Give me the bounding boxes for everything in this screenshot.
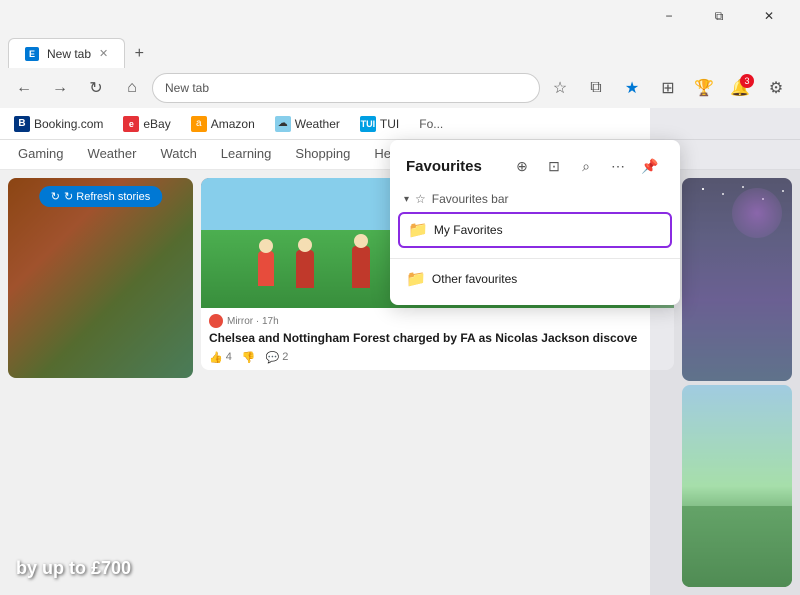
news-left-image: ↻ ↻ Refresh stories by up to £700 — [8, 178, 193, 378]
bell-badge: 3 — [740, 74, 754, 88]
panel-divider — [390, 258, 680, 259]
nav-tab-gaming[interactable]: Gaming — [8, 140, 74, 169]
other-favourites-section: 📁 Other favourites — [390, 263, 680, 305]
nav-tab-shopping[interactable]: Shopping — [285, 140, 360, 169]
search-favourites-button[interactable]: ⌕ — [572, 152, 600, 180]
tab-bar: E New tab ✕ + — [0, 32, 800, 68]
dislike-button[interactable]: 👎 — [242, 351, 256, 364]
player-1 — [296, 250, 314, 288]
news-source-text: Mirror · 17h — [227, 316, 279, 327]
address-text: New tab — [165, 81, 527, 95]
panel-actions: ⊕ ⊡ ⌕ ⋯ 📌 — [508, 152, 664, 180]
favourites-bar-header[interactable]: ▾ ☆ Favourites bar — [398, 188, 672, 210]
player-6 — [258, 251, 274, 286]
player-2 — [352, 246, 370, 288]
collections-button[interactable]: ⊞ — [652, 72, 684, 104]
nav-tab-weather[interactable]: Weather — [78, 140, 147, 169]
trophy-icon: 🏆 — [694, 78, 714, 98]
bookmark-ebay[interactable]: e eBay — [117, 113, 176, 135]
refresh-stories-button[interactable]: ↻ ↻ Refresh stories — [39, 186, 162, 207]
bookmark-more[interactable]: Fo... — [413, 114, 449, 134]
pin-icon: 📌 — [641, 158, 658, 175]
home-button[interactable]: ⌂ — [116, 72, 148, 104]
like-count: 4 — [226, 351, 232, 363]
news-source-icon — [209, 314, 223, 328]
content-area: B Booking.com e eBay a Amazon ☁ Weather — [0, 108, 800, 595]
refresh-icon: ↻ — [51, 190, 60, 203]
chevron-down-icon: ▾ — [404, 194, 409, 205]
news-title: Chelsea and Nottingham Forest charged by… — [209, 331, 666, 347]
import-button[interactable]: ⊡ — [540, 152, 568, 180]
bookmark-booking-label: Booking.com — [34, 117, 103, 131]
my-favorites-label: My Favorites — [434, 223, 503, 237]
nav-tab-learning[interactable]: Learning — [211, 140, 282, 169]
favourites-bar-section: ▾ ☆ Favourites bar 📁 My Favorites — [390, 188, 680, 254]
settings-button[interactable]: ⚙ — [760, 72, 792, 104]
search-icon: ⌕ — [582, 158, 590, 175]
comment-count: 2 — [282, 351, 288, 363]
bookmark-amazon[interactable]: a Amazon — [185, 113, 261, 135]
other-favourites-folder[interactable]: 📁 Other favourites — [398, 263, 672, 295]
maximize-button[interactable]: ⧉ — [696, 0, 742, 32]
browser-window: − ⧉ ✕ E New tab ✕ + ← → ↻ ⌂ New tab ☆ ⧉ … — [0, 0, 800, 595]
star-button[interactable]: ☆ — [544, 72, 576, 104]
minimize-button[interactable]: − — [646, 0, 692, 32]
bookmark-weather-label: Weather — [295, 117, 340, 131]
add-tab-icon: ⊕ — [516, 158, 528, 175]
refresh-button[interactable]: ↻ — [80, 72, 112, 104]
add-tab-button[interactable]: ⊕ — [508, 152, 536, 180]
back-button[interactable]: ← — [8, 72, 40, 104]
dislike-icon: 👎 — [242, 351, 256, 364]
more-icon: ⋯ — [611, 158, 625, 175]
toolbar-right-actions: 🏆 🔔 3 ⚙ — [688, 72, 792, 104]
favourites-bar-label: Favourites bar — [432, 192, 509, 206]
toolbar: ← → ↻ ⌂ New tab ☆ ⧉ ★ ⊞ 🏆 🔔 3 ⚙ — [0, 68, 800, 108]
tab-label: New tab — [47, 47, 91, 61]
nav-tab-watch[interactable]: Watch — [150, 140, 206, 169]
my-favorites-folder[interactable]: 📁 My Favorites — [398, 212, 672, 248]
pin-panel-button[interactable]: 📌 — [636, 152, 664, 180]
address-bar[interactable]: New tab — [152, 73, 540, 103]
panel-title: Favourites — [406, 158, 482, 175]
tab-favicon: E — [25, 47, 39, 61]
close-button[interactable]: ✕ — [746, 0, 792, 32]
forward-button[interactable]: → — [44, 72, 76, 104]
import-icon: ⊡ — [548, 158, 560, 175]
title-bar: − ⧉ ✕ — [0, 0, 800, 32]
favorites-button[interactable]: ★ — [616, 72, 648, 104]
bookmark-amazon-label: Amazon — [211, 117, 255, 131]
news-card-body: Mirror · 17h Chelsea and Nottingham Fore… — [201, 308, 674, 370]
bookmark-booking[interactable]: B Booking.com — [8, 113, 109, 135]
active-tab[interactable]: E New tab ✕ — [8, 38, 125, 68]
split-button[interactable]: ⧉ — [580, 72, 612, 104]
other-favourites-label: Other favourites — [432, 272, 517, 286]
tab-close-icon[interactable]: ✕ — [99, 47, 108, 60]
bell-button-container: 🔔 3 — [724, 72, 756, 104]
refresh-label: ↻ Refresh stories — [64, 190, 150, 203]
more-options-button[interactable]: ⋯ — [604, 152, 632, 180]
like-icon: 👍 — [209, 351, 223, 364]
settings-icon: ⚙ — [769, 78, 783, 98]
news-left: ↻ ↻ Refresh stories by up to £700 — [8, 178, 193, 587]
panel-header: Favourites ⊕ ⊡ ⌕ ⋯ 📌 — [390, 140, 680, 188]
folder-icon: 📁 — [408, 220, 428, 240]
bookmark-tui-label: TUI — [380, 117, 399, 131]
star-icon: ☆ — [415, 192, 426, 206]
new-tab-button[interactable]: + — [125, 40, 153, 68]
news-source-row: Mirror · 17h — [209, 314, 666, 328]
trophy-button[interactable]: 🏆 — [688, 72, 720, 104]
bookmark-ebay-label: eBay — [143, 117, 170, 131]
other-folder-icon: 📁 — [406, 269, 426, 289]
bookmark-weather[interactable]: ☁ Weather — [269, 113, 346, 135]
like-button[interactable]: 👍 4 — [209, 351, 232, 364]
comment-button[interactable]: 💬 2 — [266, 351, 289, 364]
news-actions: 👍 4 👎 💬 2 — [209, 351, 666, 364]
favourites-panel: Favourites ⊕ ⊡ ⌕ ⋯ 📌 — [390, 140, 680, 305]
bookmark-tui[interactable]: TUI TUI — [354, 113, 405, 135]
comment-icon: 💬 — [266, 351, 280, 364]
left-story-title: by up to £700 — [16, 558, 185, 579]
